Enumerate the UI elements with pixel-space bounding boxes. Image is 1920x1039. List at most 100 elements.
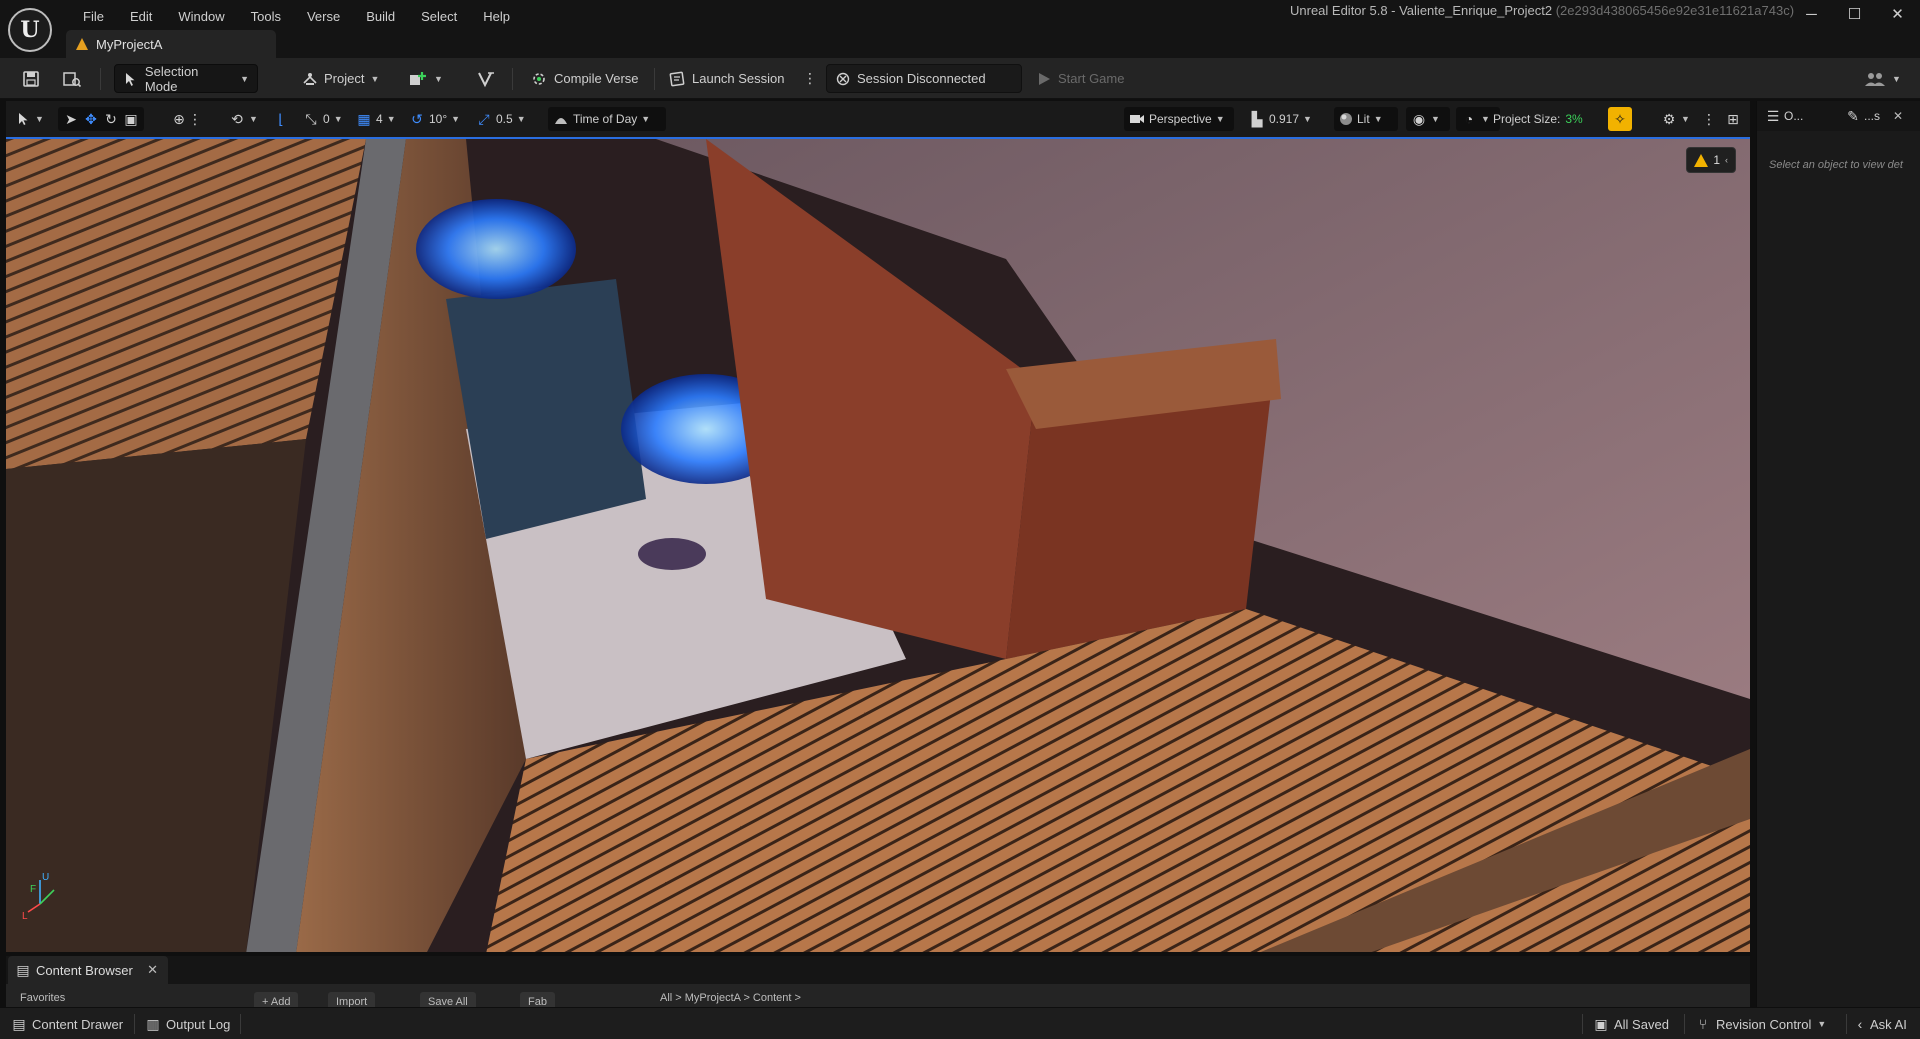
- time-of-day-icon: [555, 118, 567, 124]
- content-drawer-button[interactable]: ▤ Content Drawer: [12, 1014, 123, 1034]
- grid-snap-dropdown[interactable]: ▦ 4 ▼: [351, 107, 401, 131]
- angle-snap-dropdown[interactable]: ↺ 10° ▼: [404, 107, 465, 131]
- realtime-toggle-button[interactable]: ✧: [1608, 107, 1632, 131]
- viewport-warning-badge[interactable]: 1 ‹: [1686, 147, 1736, 173]
- save-button[interactable]: [14, 64, 48, 93]
- time-of-day-dropdown[interactable]: Time of Day ▼: [548, 107, 666, 131]
- selection-mode-dropdown[interactable]: Selection Mode ▼: [114, 63, 258, 94]
- camera-speed-value: 0.917: [1269, 112, 1300, 126]
- project-size-indicator[interactable]: Project Size: 3%: [1488, 107, 1588, 131]
- tab-outliner[interactable]: ☰ O...: [1761, 105, 1809, 127]
- launch-session-options-button[interactable]: ⋮: [800, 64, 820, 93]
- surface-snap-dropdown[interactable]: ⟲ ▼: [224, 107, 263, 131]
- close-tab-icon[interactable]: ✕: [147, 962, 158, 978]
- tab-details[interactable]: ✎ ...s ✕: [1841, 105, 1909, 127]
- launch-session-button[interactable]: Launch Session: [660, 64, 793, 93]
- chevron-left-icon: ‹: [1857, 1016, 1863, 1032]
- pencil-icon: ✎: [1847, 107, 1859, 124]
- viewport-layout-button[interactable]: ⊞: [1720, 107, 1746, 131]
- viewport-settings-dropdown[interactable]: ⚙ ▼: [1656, 107, 1695, 131]
- session-status[interactable]: Session Disconnected: [826, 64, 1022, 93]
- launch-session-label: Launch Session: [692, 71, 785, 86]
- compile-verse-button[interactable]: Compile Verse: [522, 64, 647, 93]
- session-status-label: Session Disconnected: [857, 71, 986, 86]
- menu-tools[interactable]: Tools: [238, 9, 294, 24]
- menu-select[interactable]: Select: [408, 9, 470, 24]
- transform-tools: ➤ ✥ ↻ ▣: [58, 107, 144, 131]
- window-title: Unreal Editor 5.8 - Valiente_Enrique_Pro…: [1290, 3, 1794, 18]
- axis-z-label: U: [42, 872, 49, 883]
- details-empty-message: Select an object to view det: [1769, 159, 1903, 171]
- level-viewport[interactable]: 1 ‹ U F L: [6, 137, 1750, 952]
- menu-window[interactable]: Window: [165, 9, 237, 24]
- axis-x-label: F: [30, 884, 36, 895]
- content-path-breadcrumb[interactable]: All > MyProjectA > Content >: [660, 992, 801, 1004]
- chevron-down-icon: ▼: [1431, 114, 1440, 124]
- select-tool-icon[interactable]: ➤: [63, 111, 79, 127]
- camera-speed-dropdown[interactable]: ▙ 0.917 ▼: [1244, 107, 1317, 131]
- scale-snap-dropdown[interactable]: ⤢ 0.5 ▼: [471, 107, 531, 131]
- maximize-button[interactable]: ☐: [1833, 2, 1876, 26]
- warning-icon: [1694, 153, 1709, 167]
- scale-tool-icon[interactable]: ▣: [123, 111, 139, 127]
- collaboration-dropdown[interactable]: ▼: [1856, 64, 1909, 93]
- menu-bar: File Edit Window Tools Verse Build Selec…: [70, 6, 523, 26]
- save-all-button[interactable]: Save All: [420, 992, 476, 1007]
- fab-button[interactable]: Fab: [520, 992, 555, 1007]
- perspective-dropdown[interactable]: Perspective ▼: [1124, 107, 1234, 131]
- project-dropdown[interactable]: Project ▼: [294, 64, 387, 93]
- start-game-button[interactable]: Start Game: [1028, 64, 1132, 93]
- selection-mode-label: Selection Mode: [144, 63, 199, 94]
- chevron-down-icon: ▼: [641, 114, 651, 124]
- output-log-button[interactable]: ▥ Output Log: [146, 1014, 230, 1034]
- performance-gauge-icon: ◔: [1464, 111, 1474, 127]
- chevron-down-icon: ▼: [1373, 114, 1383, 124]
- status-separator: [1582, 1014, 1583, 1034]
- revision-control-dropdown[interactable]: ⑂ Revision Control ▼: [1696, 1014, 1827, 1034]
- menu-verse[interactable]: Verse: [294, 9, 353, 24]
- view-mode-dropdown[interactable]: Lit ▼: [1334, 107, 1398, 131]
- title-bar: U File Edit Window Tools Verse Build Sel…: [0, 0, 1920, 58]
- snap-to-floor-button[interactable]: ⌊: [268, 107, 294, 131]
- minimize-button[interactable]: ─: [1790, 2, 1833, 26]
- add-button[interactable]: + Add: [254, 992, 299, 1007]
- coordinate-system-button[interactable]: ⊕ ⋮: [166, 107, 204, 131]
- content-browser-tabbar: ▤ Content Browser ✕: [6, 956, 1750, 984]
- add-content-dropdown[interactable]: ▼: [400, 64, 451, 93]
- favorites-label[interactable]: Favorites: [20, 992, 65, 1004]
- close-tab-icon[interactable]: ✕: [1893, 109, 1903, 123]
- rotate-tool-icon[interactable]: ↻: [103, 111, 119, 127]
- content-drawer-label: Content Drawer: [32, 1016, 124, 1032]
- unreal-logo-icon[interactable]: U: [8, 8, 52, 52]
- close-window-button[interactable]: ✕: [1876, 2, 1919, 26]
- show-flags-dropdown[interactable]: ◉ ▼: [1406, 107, 1450, 131]
- launch-session-icon: [669, 71, 685, 86]
- project-label: Project: [324, 71, 365, 86]
- scale-snap-value: 0.5: [496, 112, 513, 126]
- import-button[interactable]: Import: [328, 992, 376, 1007]
- menu-file[interactable]: File: [70, 9, 117, 24]
- browse-button[interactable]: [54, 64, 90, 93]
- project-tab[interactable]: MyProjectA: [66, 30, 276, 58]
- status-separator: [1846, 1014, 1847, 1034]
- gear-icon: ⚙: [1662, 110, 1676, 127]
- content-browser-tab[interactable]: ▤ Content Browser ✕: [8, 956, 168, 984]
- verse-button[interactable]: [468, 64, 504, 93]
- chevron-down-icon: ▼: [1215, 114, 1225, 124]
- more-vertical-icon: ⋮: [1702, 110, 1716, 127]
- rotation-snap-dropdown[interactable]: ⤡ 0 ▼: [298, 107, 348, 131]
- project-size-label: Project Size:: [1493, 112, 1561, 126]
- viewport-more-button[interactable]: ⋮: [1700, 107, 1718, 131]
- menu-help[interactable]: Help: [470, 9, 523, 24]
- menu-edit[interactable]: Edit: [117, 9, 165, 24]
- chevron-down-icon: ▼: [249, 114, 258, 124]
- menu-build[interactable]: Build: [353, 9, 408, 24]
- all-saved-indicator[interactable]: ▣ All Saved: [1594, 1014, 1669, 1034]
- ask-ai-button[interactable]: ‹ Ask AI: [1856, 1014, 1907, 1034]
- content-drawer-icon: ▤: [12, 1015, 26, 1032]
- rotation-snap-icon: ⤡: [305, 110, 317, 127]
- translate-tool-icon[interactable]: ✥: [83, 111, 99, 127]
- viewport-options-dropdown[interactable]: ▼: [12, 107, 49, 131]
- window-title-text: Unreal Editor 5.8 - Valiente_Enrique_Pro…: [1290, 3, 1553, 18]
- axis-y-label: L: [22, 911, 28, 922]
